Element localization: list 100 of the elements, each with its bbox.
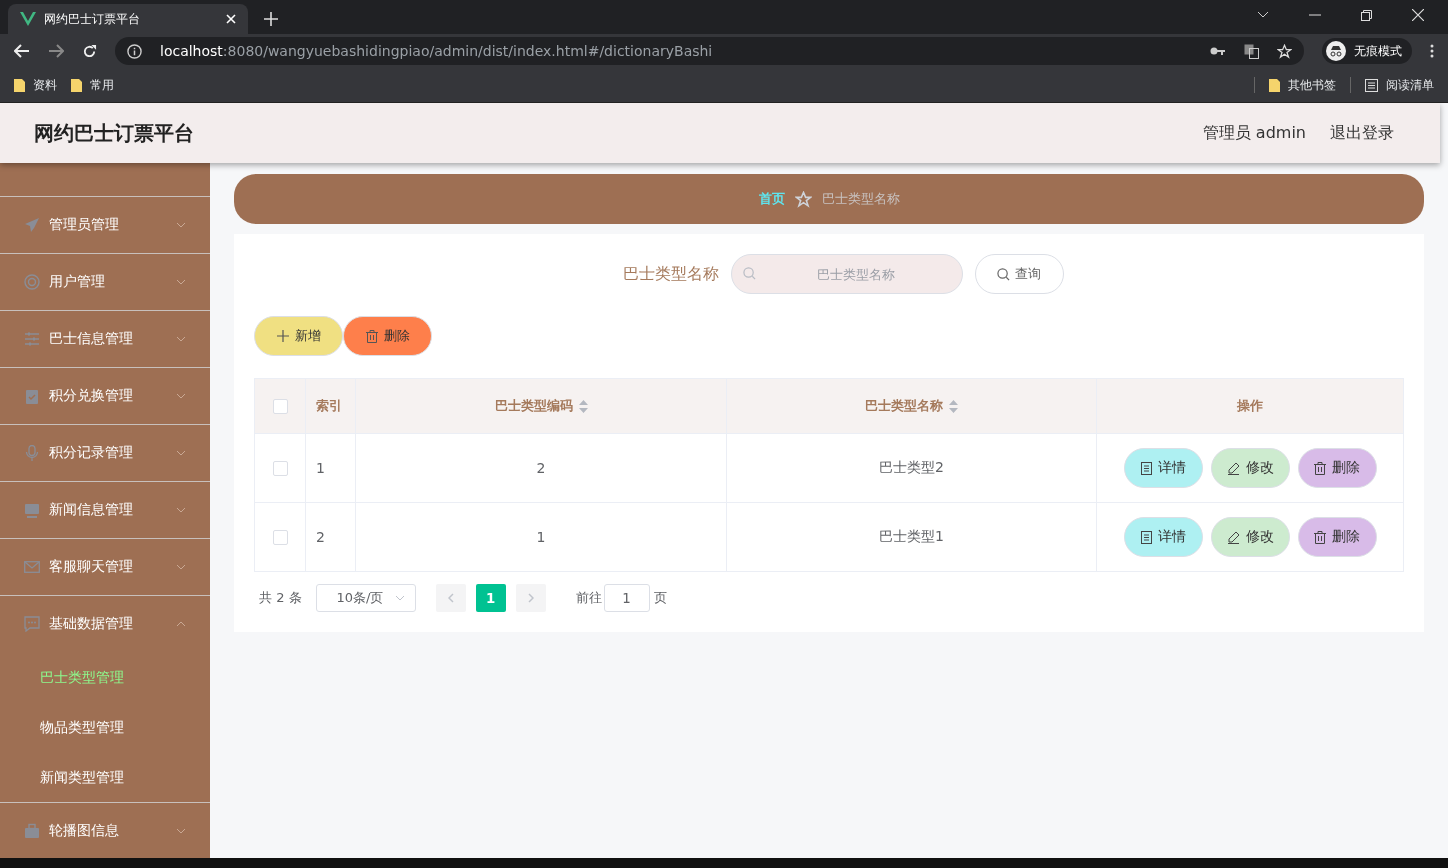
search-field[interactable]: 巴士类型名称: [730, 254, 963, 294]
mail-icon: [24, 559, 40, 575]
trash-icon: [365, 329, 378, 343]
column-header[interactable]: 巴士类型编码: [356, 379, 727, 433]
total-count: 共 2 条: [259, 589, 302, 607]
sliders-icon: [24, 331, 40, 347]
add-button[interactable]: 新增: [254, 316, 343, 356]
list-icon: [1365, 78, 1378, 92]
star-icon: [794, 190, 812, 208]
folder-icon: [71, 78, 82, 92]
monitor-icon: [24, 502, 40, 518]
send-icon: [24, 217, 40, 233]
menu-item[interactable]: 轮播图信息: [0, 803, 210, 858]
submenu-item[interactable]: 巴士类型管理: [0, 652, 210, 702]
chevron-left-icon: [447, 593, 454, 603]
chevron-down-icon: [394, 595, 405, 601]
mic-icon: [24, 445, 40, 461]
folder-icon: [1269, 78, 1280, 92]
pencil-icon: [1226, 530, 1240, 544]
pencil-icon: [1226, 461, 1240, 475]
document-icon: [1140, 530, 1152, 544]
trash-icon: [1314, 461, 1326, 475]
translate-icon[interactable]: [1244, 43, 1259, 59]
key-icon[interactable]: [1210, 46, 1226, 56]
logout-link[interactable]: 退出登录: [1330, 122, 1394, 144]
edit-button[interactable]: 修改: [1210, 448, 1290, 488]
close-icon[interactable]: [1412, 9, 1424, 21]
chevron-down-icon: [176, 393, 186, 399]
search-icon: [742, 267, 756, 280]
document-icon: [1140, 461, 1152, 475]
forward-icon[interactable]: [48, 44, 64, 58]
folder-icon: [14, 78, 25, 92]
page-input[interactable]: 1: [603, 584, 650, 612]
chevron-down-icon: [176, 336, 186, 342]
delete-button[interactable]: 删除: [1297, 517, 1377, 557]
chevron-right-icon: [527, 593, 534, 603]
menu-item[interactable]: 新闻信息管理: [0, 482, 210, 538]
chevron-down-icon[interactable]: [1257, 11, 1269, 19]
app-title: 网约巴士订票平台: [34, 119, 194, 147]
info-icon: [127, 43, 142, 59]
checkbox[interactable]: [272, 529, 288, 545]
search-label: 巴士类型名称: [622, 263, 719, 285]
page-size-select[interactable]: 10条/页: [315, 584, 416, 612]
chevron-down-icon: [176, 507, 186, 513]
user-label: 管理员 admin: [1202, 122, 1306, 144]
search-button[interactable]: 查询: [974, 254, 1064, 294]
submenu-item[interactable]: 物品类型管理: [0, 702, 210, 752]
checkbox[interactable]: [272, 460, 288, 476]
menu-item[interactable]: 用户管理: [0, 254, 210, 310]
reload-icon[interactable]: [82, 43, 97, 59]
sort-icon: [949, 399, 958, 413]
chevron-down-icon: [176, 564, 186, 570]
column-header: 操作: [1236, 397, 1264, 415]
delete-button[interactable]: 删除: [1297, 448, 1377, 488]
bookmark[interactable]: 其他书签: [1269, 76, 1336, 94]
incognito-button[interactable]: 无痕模式: [1322, 38, 1412, 64]
sort-icon: [578, 399, 588, 413]
browser-tab[interactable]: 网约巴士订票平台: [8, 4, 248, 34]
chevron-down-icon: [176, 222, 186, 228]
reading-list-button[interactable]: 阅读清单: [1365, 76, 1434, 94]
checkbox[interactable]: [272, 398, 288, 414]
menu-item[interactable]: 积分记录管理: [0, 425, 210, 481]
delete-button[interactable]: 删除: [343, 316, 432, 356]
chevron-up-icon: [176, 621, 186, 627]
chevron-down-icon: [176, 450, 186, 456]
chat-icon: [24, 616, 40, 632]
goto-label: 前往: [575, 589, 602, 607]
edit-button[interactable]: 修改: [1210, 517, 1290, 557]
column-header[interactable]: 巴士类型名称: [727, 379, 1097, 433]
table-cell: 1: [306, 434, 356, 502]
bookmark[interactable]: 常用: [71, 76, 114, 94]
restore-icon[interactable]: [1361, 9, 1372, 21]
menu-item[interactable]: 巴士信息管理: [0, 311, 210, 367]
search-icon: [997, 267, 1010, 281]
menu-item[interactable]: 基础数据管理: [0, 596, 210, 652]
breadcrumb-current: 巴士类型名称: [821, 190, 900, 208]
new-tab-icon[interactable]: [264, 12, 278, 26]
plus-icon: [276, 330, 289, 342]
menu-item[interactable]: 积分兑换管理: [0, 368, 210, 424]
table-cell: 巴士类型1: [727, 503, 1097, 571]
submenu-item[interactable]: 新闻类型管理: [0, 752, 210, 802]
page-suffix: 页: [653, 589, 667, 607]
briefcase-icon: [24, 823, 40, 839]
detail-button[interactable]: 详情: [1123, 448, 1203, 488]
star-icon[interactable]: [1277, 43, 1292, 59]
lifebuoy-icon: [24, 274, 40, 290]
trash-icon: [1314, 530, 1326, 544]
column-header: 索引: [306, 379, 356, 433]
detail-button[interactable]: 详情: [1123, 517, 1203, 557]
logo-icon: [20, 12, 36, 26]
address-field[interactable]: localhost:8080/wangyuebashidingpiao/admin/dist/index.html#/dictionaryBashi: [115, 37, 1304, 65]
bookmark[interactable]: 资料: [14, 76, 57, 94]
table-cell: 1: [356, 503, 727, 571]
table-cell: 2: [306, 503, 356, 571]
back-icon[interactable]: [14, 44, 30, 58]
menu-item[interactable]: 客服聊天管理: [0, 539, 210, 595]
menu-item[interactable]: 管理员管理: [0, 197, 210, 253]
table-cell: 巴士类型2: [727, 434, 1097, 502]
more-icon[interactable]: [1430, 44, 1434, 58]
chevron-down-icon: [176, 279, 186, 285]
